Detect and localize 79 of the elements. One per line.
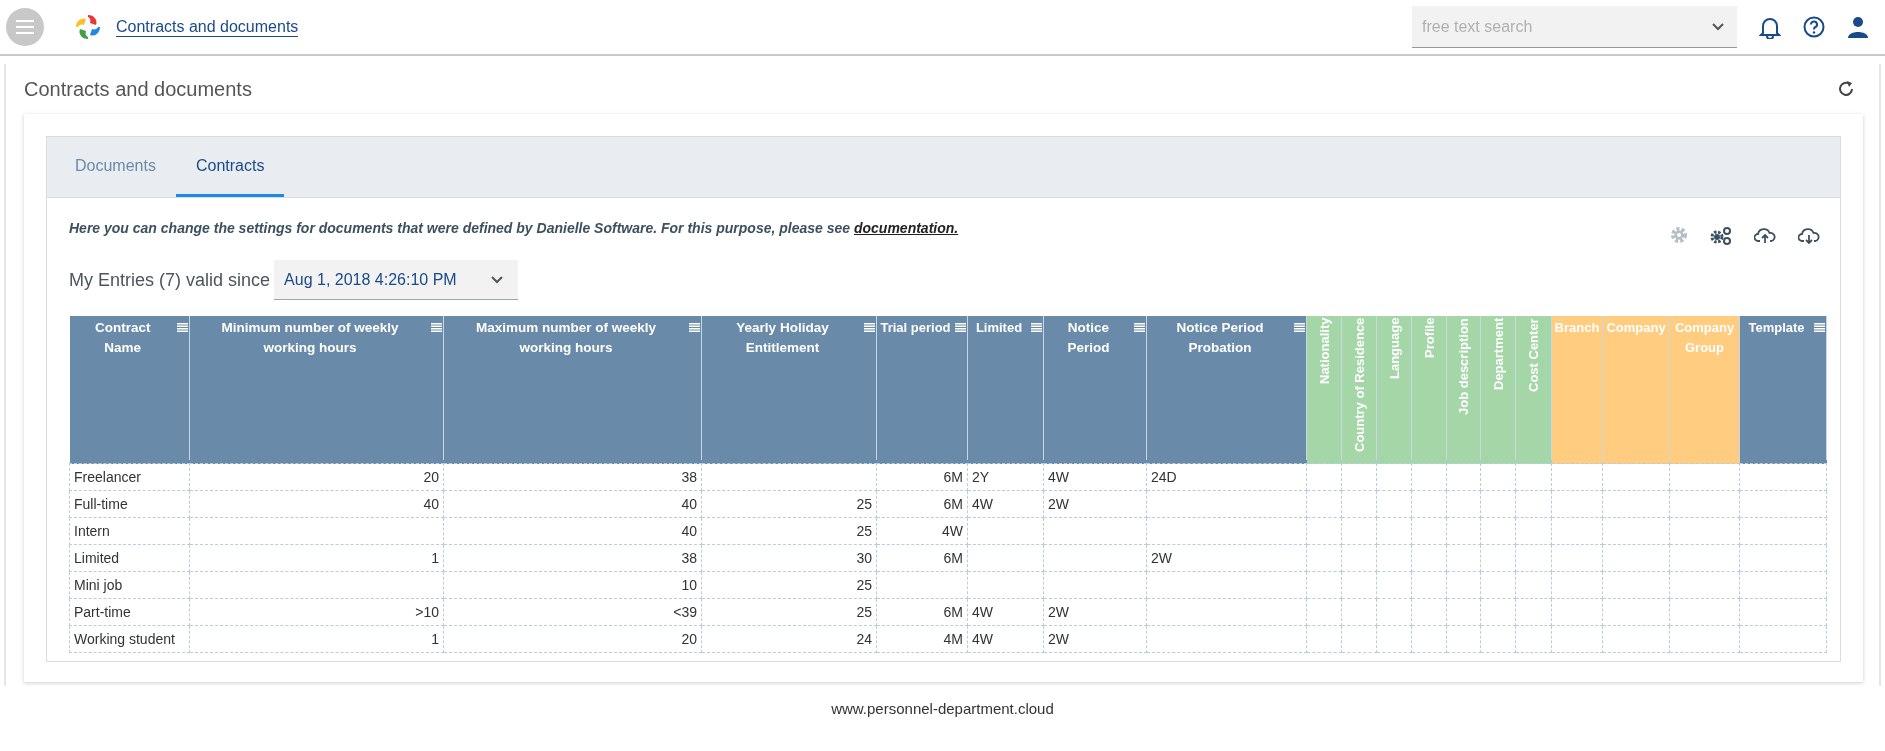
table-cell: 4W xyxy=(876,517,968,545)
table-cell: 20 xyxy=(443,625,702,653)
column-header[interactable]: Maximum number of weekly working hours xyxy=(443,316,702,460)
page-title: Contracts and documents xyxy=(24,77,252,101)
tab[interactable]: Documents xyxy=(55,137,176,197)
column-menu-icon[interactable] xyxy=(689,323,700,332)
column-menu-icon[interactable] xyxy=(864,323,875,332)
column-menu-icon[interactable] xyxy=(1031,323,1042,332)
gears-icon[interactable] xyxy=(1710,226,1732,246)
table-cell: 2W xyxy=(1043,598,1147,626)
column-menu-icon[interactable] xyxy=(1814,323,1825,332)
refresh-icon[interactable] xyxy=(1837,80,1855,98)
table-cell: Intern xyxy=(69,517,190,545)
column-menu-icon[interactable] xyxy=(431,323,442,332)
chevron-down-icon xyxy=(490,274,505,285)
table-cell: >10 xyxy=(189,598,444,626)
table-cell: 6M xyxy=(876,463,968,491)
table-cell: 6M xyxy=(876,544,968,572)
documentation-link[interactable]: documentation. xyxy=(854,220,959,236)
cloud-upload-icon[interactable] xyxy=(1754,226,1776,244)
user-icon[interactable] xyxy=(1847,16,1869,38)
cloud-download-icon[interactable] xyxy=(1798,226,1820,244)
table-cell: Freelancer xyxy=(69,463,190,491)
table-cell: 4M xyxy=(876,625,968,653)
table-cell: 25 xyxy=(701,517,877,545)
table-cell: 25 xyxy=(701,490,877,518)
table-cell: <39 xyxy=(443,598,702,626)
column-header[interactable]: Template xyxy=(1739,316,1827,460)
column-menu-icon[interactable] xyxy=(1294,323,1305,332)
table-cell: 4W xyxy=(967,490,1044,518)
bell-icon[interactable] xyxy=(1759,15,1781,39)
column-header[interactable]: Trial period xyxy=(876,316,968,460)
table-cell: 1 xyxy=(189,544,444,572)
help-icon[interactable] xyxy=(1803,16,1825,38)
table-cell: 25 xyxy=(701,598,877,626)
menu-icon xyxy=(16,20,34,34)
tab[interactable]: Contracts xyxy=(175,137,285,197)
table-cell: 30 xyxy=(701,544,877,572)
column-header[interactable]: Notice Period Probation xyxy=(1146,316,1307,460)
table-cell: 2Y xyxy=(967,463,1044,491)
table-cell: 1 xyxy=(189,625,444,653)
search-field[interactable]: free text search xyxy=(1412,6,1737,48)
table-cell: Mini job xyxy=(69,571,190,599)
app-title-link[interactable]: Contracts and documents xyxy=(116,17,299,37)
table-cell: 38 xyxy=(443,463,702,491)
table-cell: 20 xyxy=(189,463,444,491)
chevron-down-icon[interactable] xyxy=(1711,22,1725,32)
table-cell: 24 xyxy=(701,625,877,653)
table-cell: 24D xyxy=(1146,463,1307,491)
table-cell: Part-time xyxy=(69,598,190,626)
table-cell: 40 xyxy=(189,490,444,518)
table-cell: 2W xyxy=(1146,544,1307,572)
description-text: Here you can change the settings for documents that were defined by Danielle Software. For this purpose, please see documentation. xyxy=(69,220,959,236)
table-cell: 6M xyxy=(876,598,968,626)
table-cell: 40 xyxy=(443,517,702,545)
column-header[interactable]: Contract Name xyxy=(69,316,190,460)
column-header[interactable]: Limited xyxy=(967,316,1044,460)
table-cell: 40 xyxy=(443,490,702,518)
table-cell: 38 xyxy=(443,544,702,572)
table-cell: 2W xyxy=(1043,490,1147,518)
column-menu-icon[interactable] xyxy=(177,323,188,332)
table-cell: Limited xyxy=(69,544,190,572)
column-header[interactable]: Minimum number of weekly working hours xyxy=(189,316,444,460)
column-menu-icon[interactable] xyxy=(955,323,966,332)
table-cell: Working student xyxy=(69,625,190,653)
entries-label: My Entries (7) valid since xyxy=(69,269,271,291)
table-cell: 25 xyxy=(701,571,877,599)
table-cell: 10 xyxy=(443,571,702,599)
table-cell: Full-time xyxy=(69,490,190,518)
table-cell: 2W xyxy=(1043,625,1147,653)
column-header[interactable]: Notice Period xyxy=(1043,316,1147,460)
table-cell: 6M xyxy=(876,490,968,518)
date-select[interactable]: Aug 1, 2018 4:26:10 PM xyxy=(274,260,519,300)
table-cell: 4W xyxy=(1043,463,1147,491)
column-menu-icon[interactable] xyxy=(1134,323,1145,332)
table-cell: 4W xyxy=(967,598,1044,626)
column-header[interactable]: Yearly Holiday Entitlement xyxy=(701,316,877,460)
table-cell: 4W xyxy=(967,625,1044,653)
footer-text: www.personnel-department.cloud xyxy=(830,699,1055,717)
